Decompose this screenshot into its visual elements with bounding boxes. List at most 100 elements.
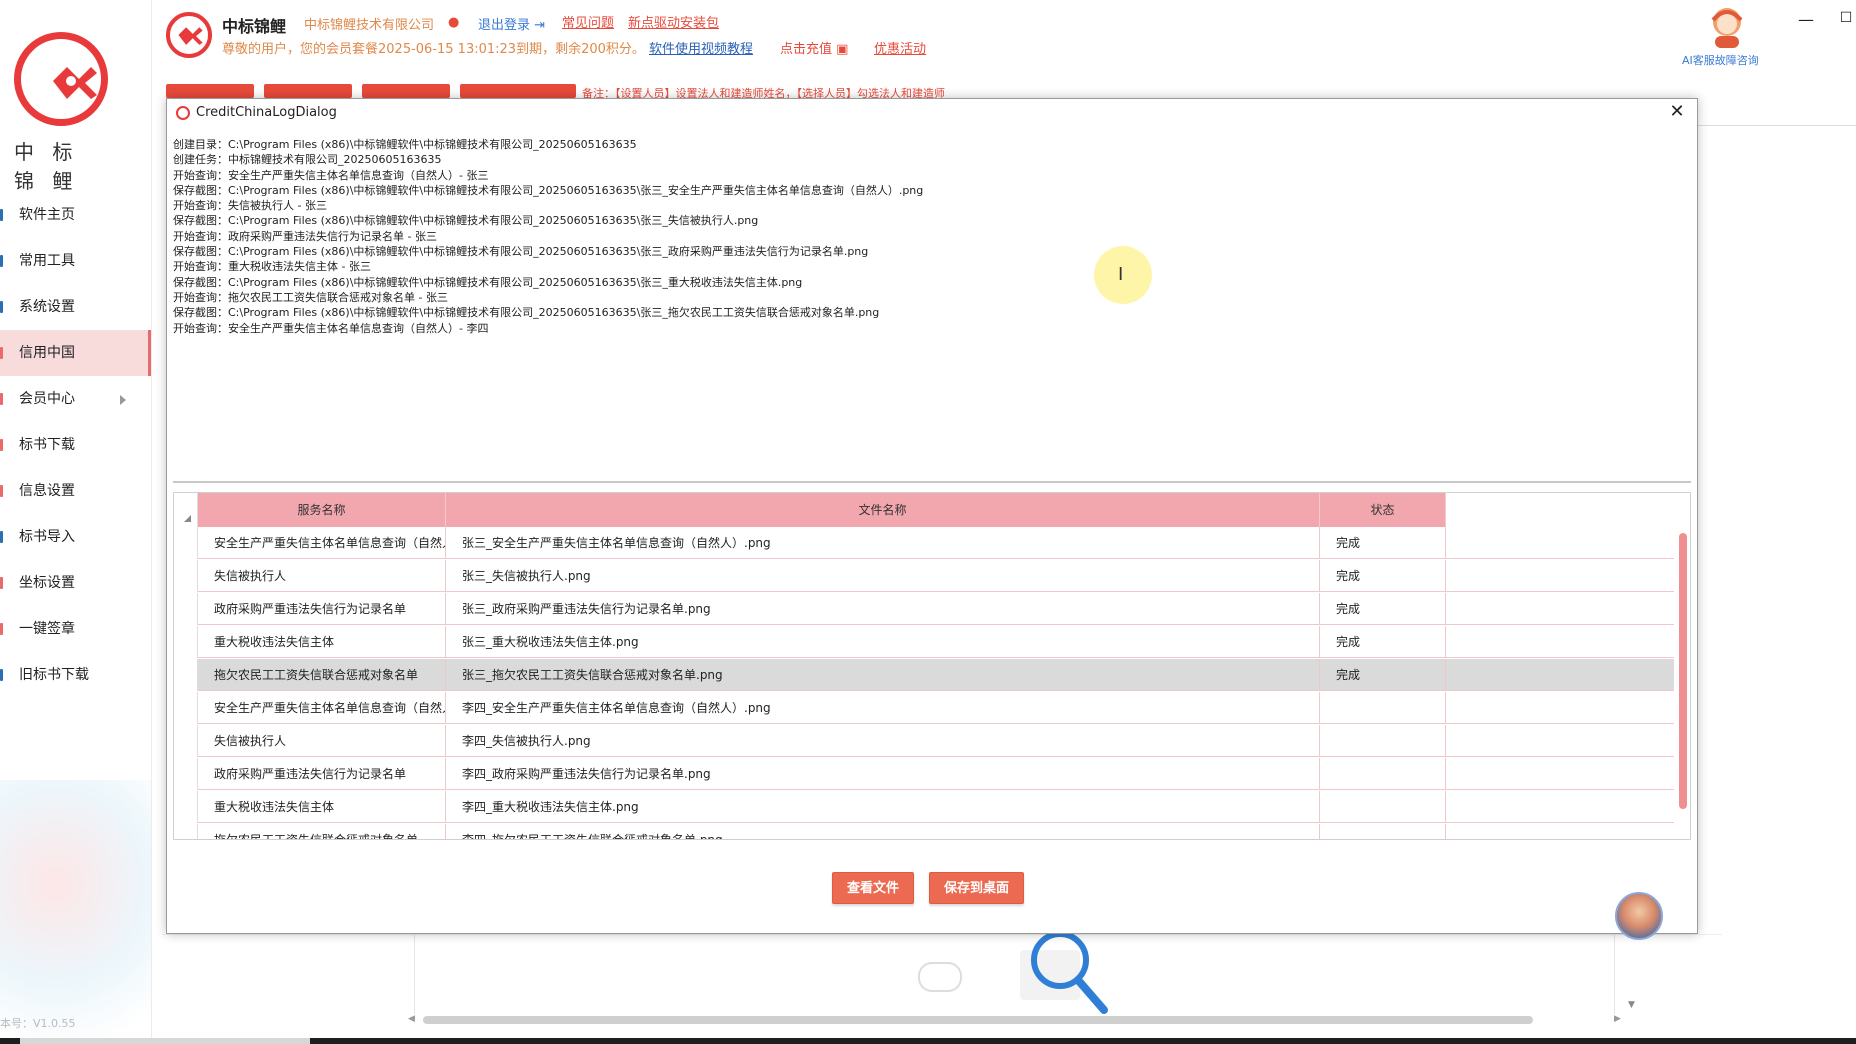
logo-fish-icon	[178, 27, 203, 45]
log-line: 开始查询：安全生产严重失信主体名单信息查询（自然人）- 张三	[173, 168, 489, 182]
row-header[interactable]	[174, 527, 198, 559]
close-icon[interactable]: ✕	[1667, 101, 1687, 123]
scroll-left-icon[interactable]: ◀	[408, 1014, 415, 1024]
select-all-cell[interactable]	[174, 493, 198, 527]
promo-link[interactable]: 优惠活动	[874, 38, 926, 57]
status-cell	[1320, 692, 1446, 724]
table-header: 服务名称 文件名称 状态	[174, 493, 1690, 527]
faq-link[interactable]: 常见问题	[562, 12, 614, 31]
sidebar-item-bid-import[interactable]: 标书导入	[0, 514, 151, 560]
splitter[interactable]	[173, 481, 1691, 483]
log-line: 保存截图：C:\Program Files (x86)\中标锦鲤软件\中标锦鲤技…	[173, 245, 869, 259]
dialog-title: CreditChinaLogDialog	[196, 105, 337, 120]
assistant-avatar-icon[interactable]	[1615, 892, 1663, 940]
background-panel	[1698, 82, 1856, 126]
log-line: 保存截图：C:\Program Files (x86)\中标锦鲤软件\中标锦鲤技…	[173, 183, 924, 197]
sidebar-item-old-bid-download[interactable]: 旧标书下载	[0, 652, 151, 698]
file-cell: 张三_拖欠农民工工资失信联合惩戒对象名单.png	[446, 659, 1320, 691]
row-header[interactable]	[174, 758, 198, 790]
taskbar-item[interactable]	[20, 1038, 310, 1044]
file-cell: 张三_政府采购严重违法失信行为记录名单.png	[446, 593, 1320, 625]
table-row[interactable]: 拖欠农民工工资失信联合惩戒对象名单 李四_拖欠农民工工资失信联合惩戒对象名单.p…	[174, 824, 1674, 839]
row-header[interactable]	[174, 725, 198, 757]
sidebar-item-one-click-sign[interactable]: 一键签章	[0, 606, 151, 652]
service-cell: 安全生产严重失信主体名单信息查询（自然人）	[198, 527, 446, 559]
nav-marker-icon	[0, 669, 3, 681]
row-header[interactable]	[174, 593, 198, 625]
table-row-selected[interactable]: 拖欠农民工工资失信联合惩戒对象名单 张三_拖欠农民工工资失信联合惩戒对象名单.p…	[174, 659, 1674, 691]
sidebar-item-credit-china[interactable]: 信用中国	[0, 330, 151, 376]
sidebar-item-label: 标书下载	[19, 437, 75, 453]
table-row[interactable]: 重大税收违法失信主体 李四_重大税收违法失信主体.png	[174, 791, 1674, 823]
scroll-right-icon[interactable]: ▶	[1614, 1014, 1621, 1024]
sidebar-item-member[interactable]: 会员中心	[0, 376, 151, 422]
brand-name: 中 标 锦 鲤	[14, 140, 79, 193]
service-cell: 失信被执行人	[198, 560, 446, 592]
sidebar-item-settings[interactable]: 系统设置	[0, 284, 151, 330]
view-file-button[interactable]: 查看文件	[832, 872, 915, 904]
sidebar-item-tools[interactable]: 常用工具	[0, 238, 151, 284]
service-cell: 失信被执行人	[198, 725, 446, 757]
magnifier-illustration-icon	[1020, 931, 1108, 1014]
ai-service-avatar-icon[interactable]	[1707, 4, 1747, 48]
minimize-icon[interactable]: —	[1792, 10, 1820, 34]
sidebar-decoration	[0, 780, 151, 1040]
logout-link[interactable]: 退出登录 ⇥	[478, 14, 545, 33]
table-row[interactable]: 失信被执行人 张三_失信被执行人.png 完成	[174, 560, 1674, 592]
credit-china-log-dialog: CreditChinaLogDialog ✕ 创建目录：C:\Program F…	[166, 98, 1698, 940]
log-line: 创建任务：中标锦鲤技术有限公司_20250605163635	[173, 153, 442, 167]
file-cell: 李四_失信被执行人.png	[446, 725, 1320, 757]
table-row[interactable]: 政府采购严重违法失信行为记录名单 李四_政府采购严重违法失信行为记录名单.png	[174, 758, 1674, 790]
sidebar: 中 标 锦 鲤 软件主页 常用工具 系统设置 信用中国 会员中心 标书下载 信息…	[0, 0, 152, 1044]
log-line: 保存截图：C:\Program Files (x86)\中标锦鲤软件\中标锦鲤技…	[173, 275, 803, 289]
file-cell: 张三_重大税收违法失信主体.png	[446, 626, 1320, 658]
horizontal-scrollbar[interactable]	[423, 1016, 1533, 1024]
row-header[interactable]	[174, 791, 198, 823]
driver-download-link[interactable]: 新点驱动安装包	[628, 12, 719, 31]
header: 中标锦鲤 中标锦鲤技术有限公司 ● 退出登录 ⇥ 常见问题 新点驱动安装包 尊敬…	[152, 0, 1856, 72]
row-header[interactable]	[174, 692, 198, 724]
row-header[interactable]	[174, 626, 198, 658]
background-button	[264, 84, 352, 98]
logo	[14, 32, 108, 126]
log-line: 创建目录：C:\Program Files (x86)\中标锦鲤软件\中标锦鲤技…	[173, 138, 637, 151]
row-header[interactable]	[174, 824, 198, 839]
table-row[interactable]: 安全生产严重失信主体名单信息查询（自然人） 张三_安全生产严重失信主体名单信息查…	[174, 527, 1674, 559]
background-button	[460, 84, 576, 98]
status-cell: 完成	[1320, 659, 1446, 691]
sidebar-item-info-settings[interactable]: 信息设置	[0, 468, 151, 514]
log-line: 开始查询：拖欠农民工工资失信联合惩戒对象名单 - 张三	[173, 290, 448, 304]
vertical-scrollbar[interactable]	[1679, 533, 1687, 809]
log-line: 开始查询：失信被执行人 - 张三	[173, 199, 327, 213]
column-header-status[interactable]: 状态	[1320, 493, 1446, 527]
row-header[interactable]	[174, 659, 198, 691]
table-row[interactable]: 安全生产严重失信主体名单信息查询（自然人） 李四_安全生产严重失信主体名单信息查…	[174, 692, 1674, 724]
recharge-button[interactable]: 点击充值 ▣	[780, 38, 848, 57]
status-cell: 完成	[1320, 560, 1446, 592]
column-header-service[interactable]: 服务名称	[198, 493, 446, 527]
background-button	[166, 84, 254, 98]
scroll-down-icon[interactable]: ▼	[1628, 1000, 1635, 1010]
sidebar-item-coordinate-settings[interactable]: 坐标设置	[0, 560, 151, 606]
sidebar-item-bid-download[interactable]: 标书下载	[0, 422, 151, 468]
table-row[interactable]: 失信被执行人 李四_失信被执行人.png	[174, 725, 1674, 757]
chevron-right-icon	[120, 395, 126, 405]
video-tutorial-link[interactable]: 软件使用视频教程	[649, 38, 753, 57]
file-cell: 李四_安全生产严重失信主体名单信息查询（自然人）.png	[446, 692, 1320, 724]
sidebar-item-label: 标书导入	[19, 529, 75, 545]
column-header-file[interactable]: 文件名称	[446, 493, 1320, 527]
sidebar-item-home[interactable]: 软件主页	[0, 192, 151, 238]
sidebar-item-label: 软件主页	[19, 207, 75, 223]
sidebar-item-label: 坐标设置	[19, 575, 75, 591]
table-row[interactable]: 政府采购严重违法失信行为记录名单 张三_政府采购严重违法失信行为记录名单.png…	[174, 593, 1674, 625]
table-row[interactable]: 重大税收违法失信主体 张三_重大税收违法失信主体.png 完成	[174, 626, 1674, 658]
save-to-desktop-button[interactable]: 保存到桌面	[929, 872, 1025, 904]
maximize-icon[interactable]: ☐	[1832, 10, 1856, 34]
dialog-titlebar[interactable]: CreditChinaLogDialog ✕	[167, 99, 1697, 127]
ai-service-label[interactable]: AI客服故障咨询	[1682, 52, 1759, 68]
file-cell: 张三_失信被执行人.png	[446, 560, 1320, 592]
log-output[interactable]: 创建目录：C:\Program Files (x86)\中标锦鲤软件\中标锦鲤技…	[173, 137, 1683, 477]
nav-marker-icon	[0, 439, 3, 451]
file-cell: 张三_安全生产严重失信主体名单信息查询（自然人）.png	[446, 527, 1320, 559]
row-header[interactable]	[174, 560, 198, 592]
